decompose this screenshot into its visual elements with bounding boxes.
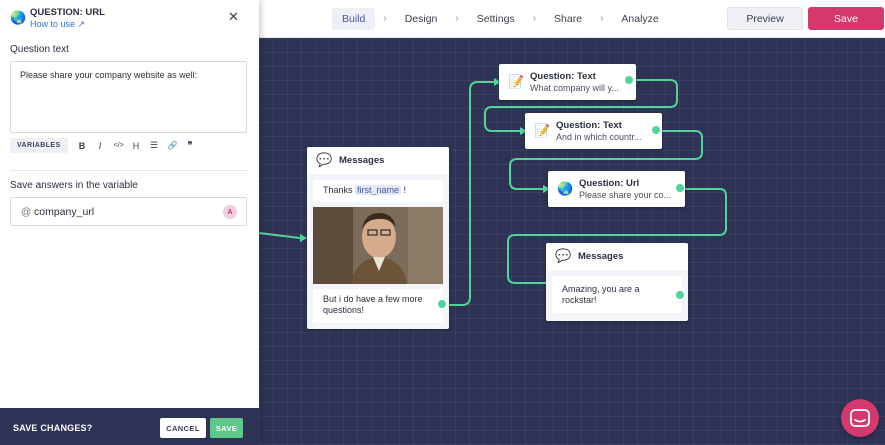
- node-title: Question: Text: [556, 120, 622, 131]
- messages-node[interactable]: 💬 Messages Thanks first_name ! But i do …: [307, 147, 449, 329]
- connector-dot[interactable]: [651, 125, 661, 135]
- tab-settings[interactable]: Settings: [467, 8, 525, 30]
- save-changes-bar: SAVE CHANGES? CANCEL SAVE: [0, 408, 259, 445]
- tab-analyze[interactable]: Analyze: [611, 8, 668, 30]
- message-bubble: But i do have a few more questions!: [313, 289, 443, 323]
- step-nav: Build › Design › Settings › Share › Anal…: [332, 7, 669, 30]
- globe-icon: 🌏: [557, 181, 574, 196]
- node-title: Messages: [339, 155, 385, 166]
- chat-icon: [850, 409, 870, 427]
- tab-design[interactable]: Design: [395, 8, 448, 30]
- tab-build[interactable]: Build: [332, 7, 376, 30]
- save-changes-prompt: SAVE CHANGES?: [13, 423, 93, 433]
- question-url-node[interactable]: 🌏 Question: Url Please share your co...: [548, 171, 685, 207]
- node-header: 💬 Messages: [546, 243, 688, 270]
- chevron-right-icon: ›: [600, 13, 604, 24]
- node-subtitle: What company will y...: [530, 83, 619, 93]
- notepad-icon: 📝: [534, 123, 551, 138]
- connector-dot[interactable]: [624, 75, 634, 85]
- cancel-button[interactable]: CANCEL: [160, 418, 206, 438]
- variable-label: Save answers in the variable: [10, 180, 138, 191]
- divider: [10, 170, 247, 171]
- question-text-label: Question text: [10, 44, 69, 55]
- node-subtitle: Please share your co...: [579, 190, 672, 200]
- question-text-node[interactable]: 📝 Question: Text And in which countr...: [525, 113, 662, 149]
- connector-dot[interactable]: [437, 299, 447, 309]
- avatar: A: [223, 205, 237, 219]
- close-icon[interactable]: ✕: [228, 10, 239, 24]
- chat-launcher-button[interactable]: [841, 399, 879, 437]
- chevron-right-icon: ›: [532, 13, 537, 24]
- question-settings-panel: 🌏 QUESTION: URL How to use ↗ ✕ Question …: [0, 0, 259, 445]
- variable-input[interactable]: @ company_url A: [10, 197, 247, 226]
- quote-icon[interactable]: ❞: [186, 140, 195, 151]
- chevron-right-icon: ›: [383, 13, 387, 24]
- connector-dot[interactable]: [675, 290, 685, 300]
- list-icon[interactable]: ☰: [150, 140, 159, 151]
- tab-share[interactable]: Share: [544, 8, 592, 30]
- bold-icon[interactable]: B: [78, 141, 87, 151]
- question-text-node[interactable]: 📝 Question: Text What company will y...: [499, 64, 636, 100]
- link-icon[interactable]: 🔗: [168, 141, 178, 150]
- save-changes-button[interactable]: SAVE: [210, 418, 243, 438]
- how-to-use-link[interactable]: How to use ↗: [30, 19, 85, 30]
- node-subtitle: And in which countr...: [556, 132, 642, 142]
- panel-title: QUESTION: URL: [30, 7, 105, 18]
- globe-icon: 🌏: [10, 10, 27, 25]
- variable-chip: first_name: [355, 185, 402, 195]
- question-text-input[interactable]: Please share your company website as wel…: [10, 61, 247, 133]
- variable-value: company_url: [34, 206, 95, 218]
- external-link-icon: ↗: [77, 19, 86, 29]
- chevron-right-icon: ›: [455, 13, 459, 24]
- message-bubble: Thanks first_name !: [313, 180, 443, 202]
- notepad-icon: 📝: [508, 74, 525, 89]
- speech-bubble-icon: 💬: [555, 248, 572, 263]
- save-button[interactable]: Save: [808, 7, 884, 30]
- heading-icon[interactable]: H: [132, 141, 141, 151]
- variables-button[interactable]: VARIABLES: [10, 138, 68, 153]
- message-bubble: Amazing, you are a rockstar!: [552, 276, 682, 313]
- speech-bubble-icon: 💬: [316, 152, 333, 167]
- messages-node[interactable]: 💬 Messages Amazing, you are a rockstar!: [546, 243, 688, 321]
- preview-button[interactable]: Preview: [727, 7, 803, 30]
- gif-image: [313, 207, 443, 284]
- format-toolbar: VARIABLES B I </> H ☰ 🔗 ❞: [10, 138, 204, 153]
- connector-dot[interactable]: [675, 183, 685, 193]
- node-title: Question: Text: [530, 71, 596, 82]
- code-icon[interactable]: </>: [114, 142, 124, 149]
- node-header: 💬 Messages: [307, 147, 449, 174]
- at-icon: @: [21, 207, 32, 218]
- italic-icon[interactable]: I: [96, 141, 105, 151]
- node-title: Messages: [578, 251, 624, 262]
- node-title: Question: Url: [579, 178, 640, 189]
